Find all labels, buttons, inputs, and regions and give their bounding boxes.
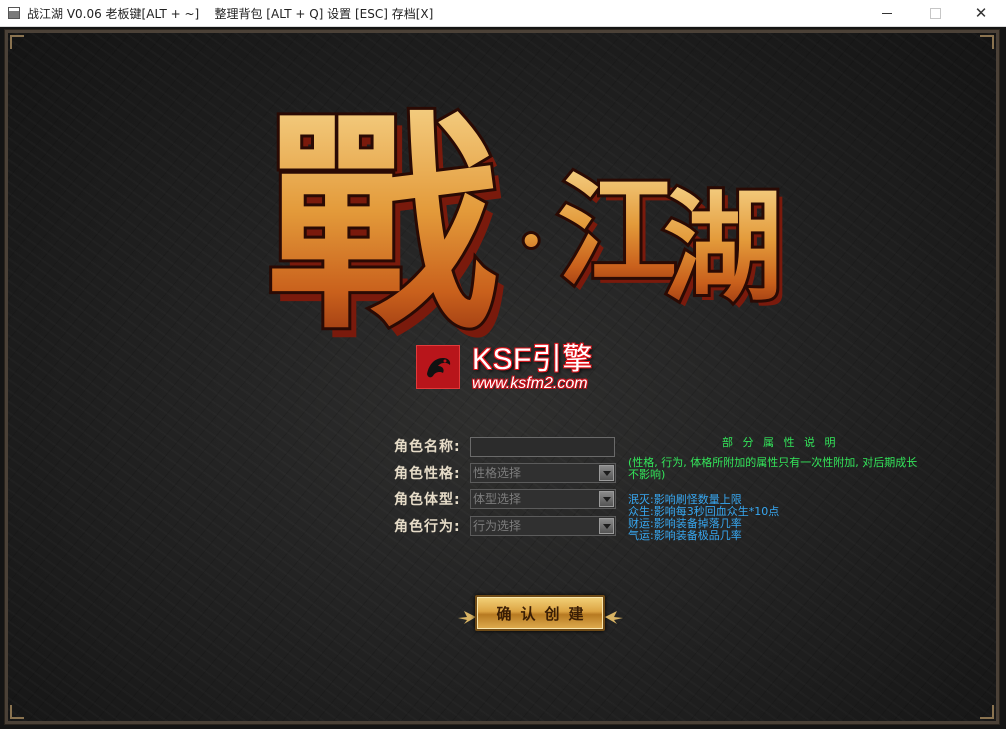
chevron-down-icon[interactable] (599, 518, 614, 534)
window-title: 战江湖 V0.06 老板键[ALT + ~] 整理背包 [ALT + Q] 设置… (27, 6, 434, 21)
engine-watermark: KSF引擎 www.ksfm2.com (416, 345, 593, 393)
notes-list: 泯灭:影响刷怪数量上限 众生:影响每3秒回血众生*10点 财运:影响装备掉落几率… (628, 494, 928, 542)
logo-dot: · (519, 199, 543, 282)
behavior-select-value: 行为选择 (473, 519, 522, 533)
close-icon: ✕ (974, 4, 988, 22)
chevron-down-icon[interactable] (599, 465, 614, 481)
maximize-button[interactable] (912, 0, 958, 26)
ornament-left-icon (458, 611, 476, 624)
confirm-create-button[interactable]: 确认创建 (475, 595, 605, 631)
name-label: 角色名称: (394, 439, 461, 455)
confirm-button-wrap: 确认创建 (458, 593, 623, 637)
notes-item: 气运:影响装备极品几率 (628, 529, 742, 542)
behavior-label: 角色行为: (394, 519, 461, 535)
minimize-button[interactable] (864, 0, 910, 26)
frame-corner (10, 705, 24, 719)
notes-title: 部 分 属 性 说 明 (722, 436, 839, 449)
personality-select-value: 性格选择 (473, 466, 522, 480)
body-select[interactable]: 体型选择 (470, 489, 616, 509)
chevron-down-icon[interactable] (599, 491, 614, 507)
logo-char-jiang: 江 (557, 161, 677, 302)
logo-char-hu: 湖 (663, 177, 783, 318)
ornament-right-icon (605, 611, 623, 624)
character-name-input[interactable] (470, 437, 615, 457)
dragon-icon (416, 345, 460, 389)
engine-url: www.ksfm2.com (472, 375, 588, 392)
app-icon (8, 7, 20, 19)
logo-char-zhan: 戰 (267, 90, 497, 360)
game-logo: 戰 戰 · 江 江 湖 湖 (264, 87, 789, 370)
close-button[interactable]: ✕ (958, 0, 1004, 26)
frame-corner (980, 705, 994, 719)
game-frame: 戰 戰 · 江 江 湖 湖 KSF引擎 www.ksfm2.com 角色名称: … (4, 29, 1000, 725)
personality-select[interactable]: 性格选择 (470, 463, 616, 483)
body-label: 角色体型: (394, 492, 461, 508)
engine-texts: KSF引擎 www.ksfm2.com (472, 345, 593, 393)
notes-intro: (性格, 行为, 体格所附加的属性只有一次性附加, 对后期成长不影响) (628, 456, 918, 481)
behavior-select[interactable]: 行为选择 (470, 516, 616, 536)
minimize-icon (882, 12, 892, 14)
window-titlebar: 战江湖 V0.06 老板键[ALT + ~] 整理背包 [ALT + Q] 设置… (0, 0, 1006, 27)
frame-corner (980, 35, 994, 49)
maximize-icon (929, 7, 941, 19)
personality-label: 角色性格: (394, 466, 461, 482)
engine-name: KSF引擎 (472, 343, 593, 376)
body-select-value: 体型选择 (473, 492, 522, 506)
game-area: 戰 戰 · 江 江 湖 湖 KSF引擎 www.ksfm2.com 角色名称: … (0, 27, 1006, 729)
frame-corner (10, 35, 24, 49)
